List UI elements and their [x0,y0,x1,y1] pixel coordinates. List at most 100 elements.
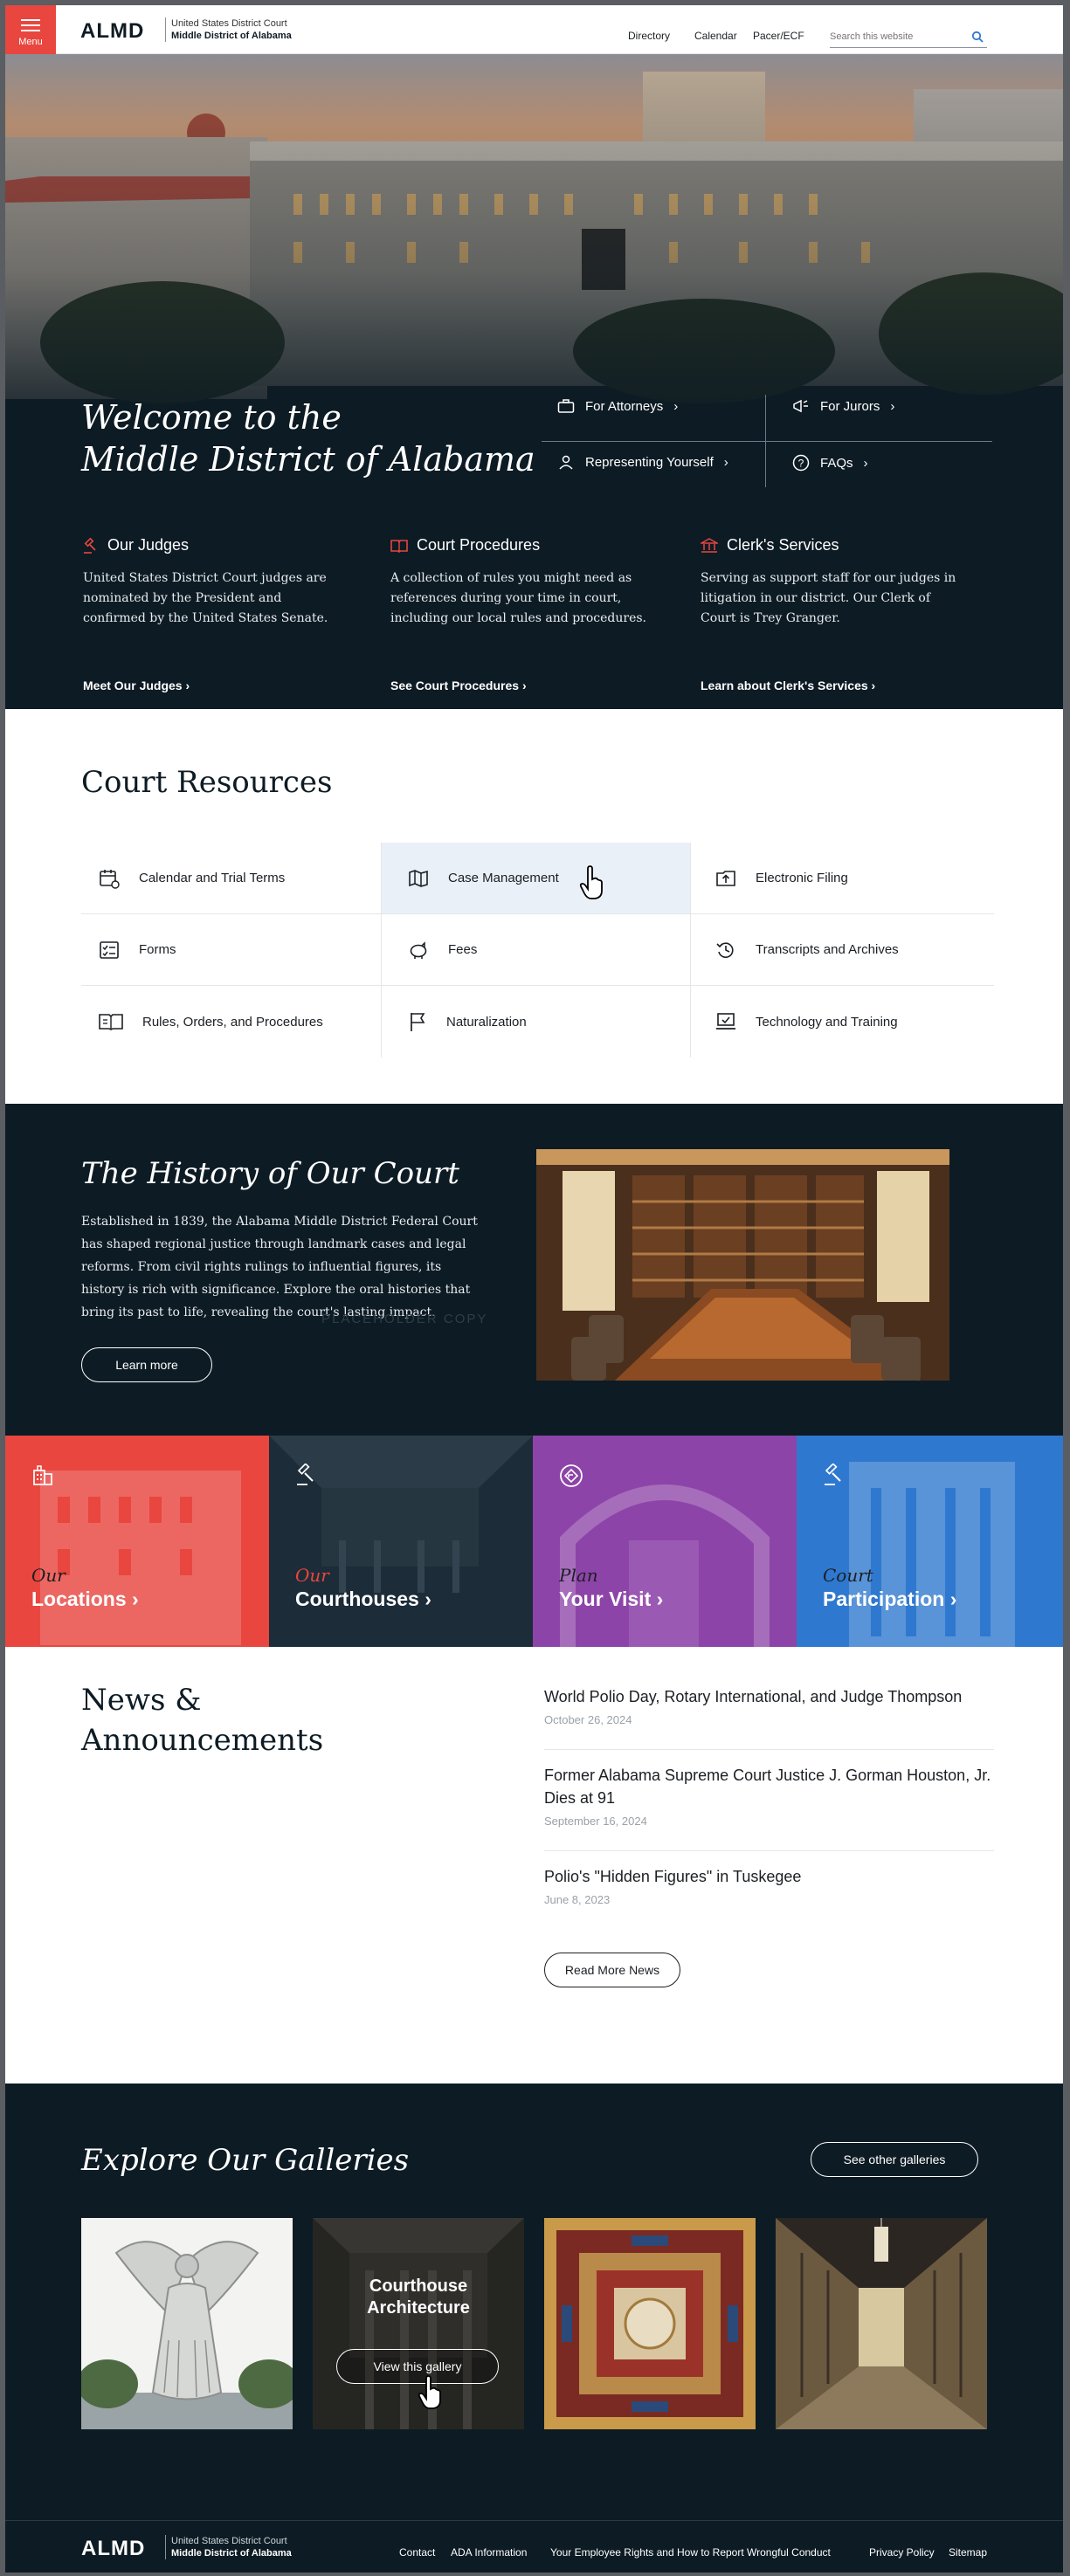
tile-plan-your-visit[interactable]: Plan Your Visit › [533,1436,797,1647]
see-other-galleries-button[interactable]: See other galleries [811,2142,978,2177]
history-section: The History of Our Court Established in … [5,1104,1063,1436]
gallery-thumb-courthouse-architecture[interactable]: Courthouse Architecture View this galler… [313,2218,524,2429]
court-name-line2: Middle District of Alabama [171,31,292,41]
ornate-ceiling-image [544,2218,756,2429]
nav-pacer-ecf[interactable]: Pacer/ECF [753,30,804,42]
news-item-date: June 8, 2023 [544,1893,611,1906]
nav-calendar[interactable]: Calendar [694,30,737,42]
tile-title: Courthouses [295,1588,419,1610]
news-item-title[interactable]: Former Alabama Supreme Court Justice J. … [544,1764,994,1809]
chevron-right-icon: › [871,678,876,692]
gallery-thumb-eagle-sculpture[interactable] [81,2218,293,2429]
footer-link-contact[interactable]: Contact [399,2546,435,2559]
tile-our-courthouses[interactable]: Our Courthouses › [269,1436,533,1647]
footer-link-employee-rights[interactable]: Your Employee Rights and How to Report W… [550,2546,831,2559]
question-icon: ? [792,454,810,472]
learn-about-clerks-services-label: Learn about Clerk's Services [701,678,868,692]
meet-our-judges-link[interactable]: Meet Our Judges › [83,678,345,692]
site-logo[interactable]: ALMD [80,19,144,44]
hero-title: Welcome to the Middle District of Alabam… [81,396,535,480]
resource-rules-orders-and-procedures[interactable]: Rules, Orders, and Procedures [81,986,381,1057]
resource-case-management[interactable]: Case Management [382,843,690,914]
buildings-icon [33,1465,52,1485]
menu-button[interactable]: Menu [5,5,56,54]
piggy-bank-icon [410,940,427,959]
for-jurors-link[interactable]: For Jurors › [792,398,894,414]
news-item-date: September 16, 2024 [544,1815,647,1828]
tile-court-participation[interactable]: Court Participation › [797,1436,1063,1647]
footer-link-sitemap[interactable]: Sitemap [949,2546,987,2559]
chevron-right-icon: › [521,678,527,692]
footer-court-line1: United States District Court [171,2536,287,2546]
gallery-thumb-ceiling-panel[interactable] [544,2218,756,2429]
learn-more-button[interactable]: Learn more [81,1347,212,1382]
resource-fees[interactable]: Fees [382,914,690,986]
gavel-icon [825,1464,841,1485]
footer-link-ada-information[interactable]: ADA Information [451,2546,527,2559]
hero-title-line1: Welcome to the [81,398,342,437]
gallery-thumb-hallway[interactable] [776,2218,987,2429]
eagle-sculpture-image [81,2218,293,2429]
nav-directory[interactable]: Directory [628,30,670,42]
resource-technology-and-training[interactable]: Technology and Training [691,986,994,1057]
representing-yourself-label: Representing Yourself [585,454,714,470]
faqs-link[interactable]: ? FAQs › [792,454,868,472]
search-input[interactable] [830,27,961,46]
chevron-right-icon: › [185,678,190,692]
resource-forms[interactable]: Forms [81,914,381,986]
site-footer: ALMD United States District Court Middle… [5,2520,1063,2573]
resource-label: Transcripts and Archives [756,942,899,957]
hero-divider-vertical [765,395,766,487]
read-more-news-button[interactable]: Read More News [544,1953,680,1987]
clerks-services-text: Serving as support staff for our judges … [701,571,956,625]
tile-line2: Your Visit › [559,1588,663,1611]
hallway-image [776,2218,987,2429]
chevron-right-icon: › [673,398,679,414]
see-court-procedures-link[interactable]: See Court Procedures › [390,678,652,692]
resource-naturalization[interactable]: Naturalization [382,986,690,1057]
placeholder-copy: PLACEHOLDER COPY [321,1312,488,1326]
form-icon [100,940,119,959]
footer-logo-divider [165,2535,166,2559]
our-judges-text: United States District Court judges are … [83,571,328,625]
hero-section: Welcome to the Middle District of Alabam… [5,54,1063,709]
our-judges-title: Our Judges [107,536,190,554]
resource-calendar-and-trial-terms[interactable]: Calendar and Trial Terms [81,843,381,914]
learn-about-clerks-services-link[interactable]: Learn about Clerk's Services › [701,678,963,692]
tile-our-locations[interactable]: Our Locations › [5,1436,269,1647]
tile-line2: Courthouses › [295,1588,431,1611]
resource-label: Calendar and Trial Terms [139,871,286,885]
for-attorneys-link[interactable]: For Attorneys › [557,398,678,414]
megaphone-icon [793,399,808,413]
tile-line1: Our [295,1565,329,1586]
news-item-title[interactable]: Polio's "Hidden Figures" in Tuskegee [544,1865,994,1888]
representing-yourself-link[interactable]: Representing Yourself › [557,454,728,470]
clerks-services-title: Clerk's Services [727,536,839,554]
resource-electronic-filing[interactable]: Electronic Filing [691,843,994,914]
footer-logo[interactable]: ALMD [81,2537,145,2561]
galleries-section: Explore Our Galleries See other gallerie… [5,2084,1063,2520]
history-text: Established in 1839, the Alabama Middle … [81,1215,478,1319]
tile-title: Your Visit [559,1588,652,1610]
news-item-title[interactable]: World Polio Day, Rotary International, a… [544,1685,994,1708]
menu-label: Menu [18,37,43,47]
hero-divider-horizontal [542,441,992,442]
person-icon [559,455,573,470]
laptop-check-icon [716,1013,735,1030]
footer-link-privacy-policy[interactable]: Privacy Policy [869,2546,935,2559]
news-item: Former Alabama Supreme Court Justice J. … [544,1764,994,1851]
resource-transcripts-and-archives[interactable]: Transcripts and Archives [691,914,994,986]
hand-pointer-cursor-icon [579,865,603,899]
galleries-title: Explore Our Galleries [81,2143,410,2178]
library-room-image [536,1149,949,1381]
book-icon [99,1014,123,1030]
hamburger-icon [21,19,40,35]
resource-label: Forms [139,942,176,957]
tile-line2: Participation › [823,1588,956,1611]
chevron-right-icon: › [132,1588,139,1610]
search-icon[interactable] [971,31,984,43]
gallery-caption-line1: Courthouse [369,2276,468,2296]
meet-our-judges-label: Meet Our Judges [83,678,183,692]
footer-court-line2: Middle District of Alabama [171,2548,292,2559]
chevron-right-icon: › [890,398,895,414]
